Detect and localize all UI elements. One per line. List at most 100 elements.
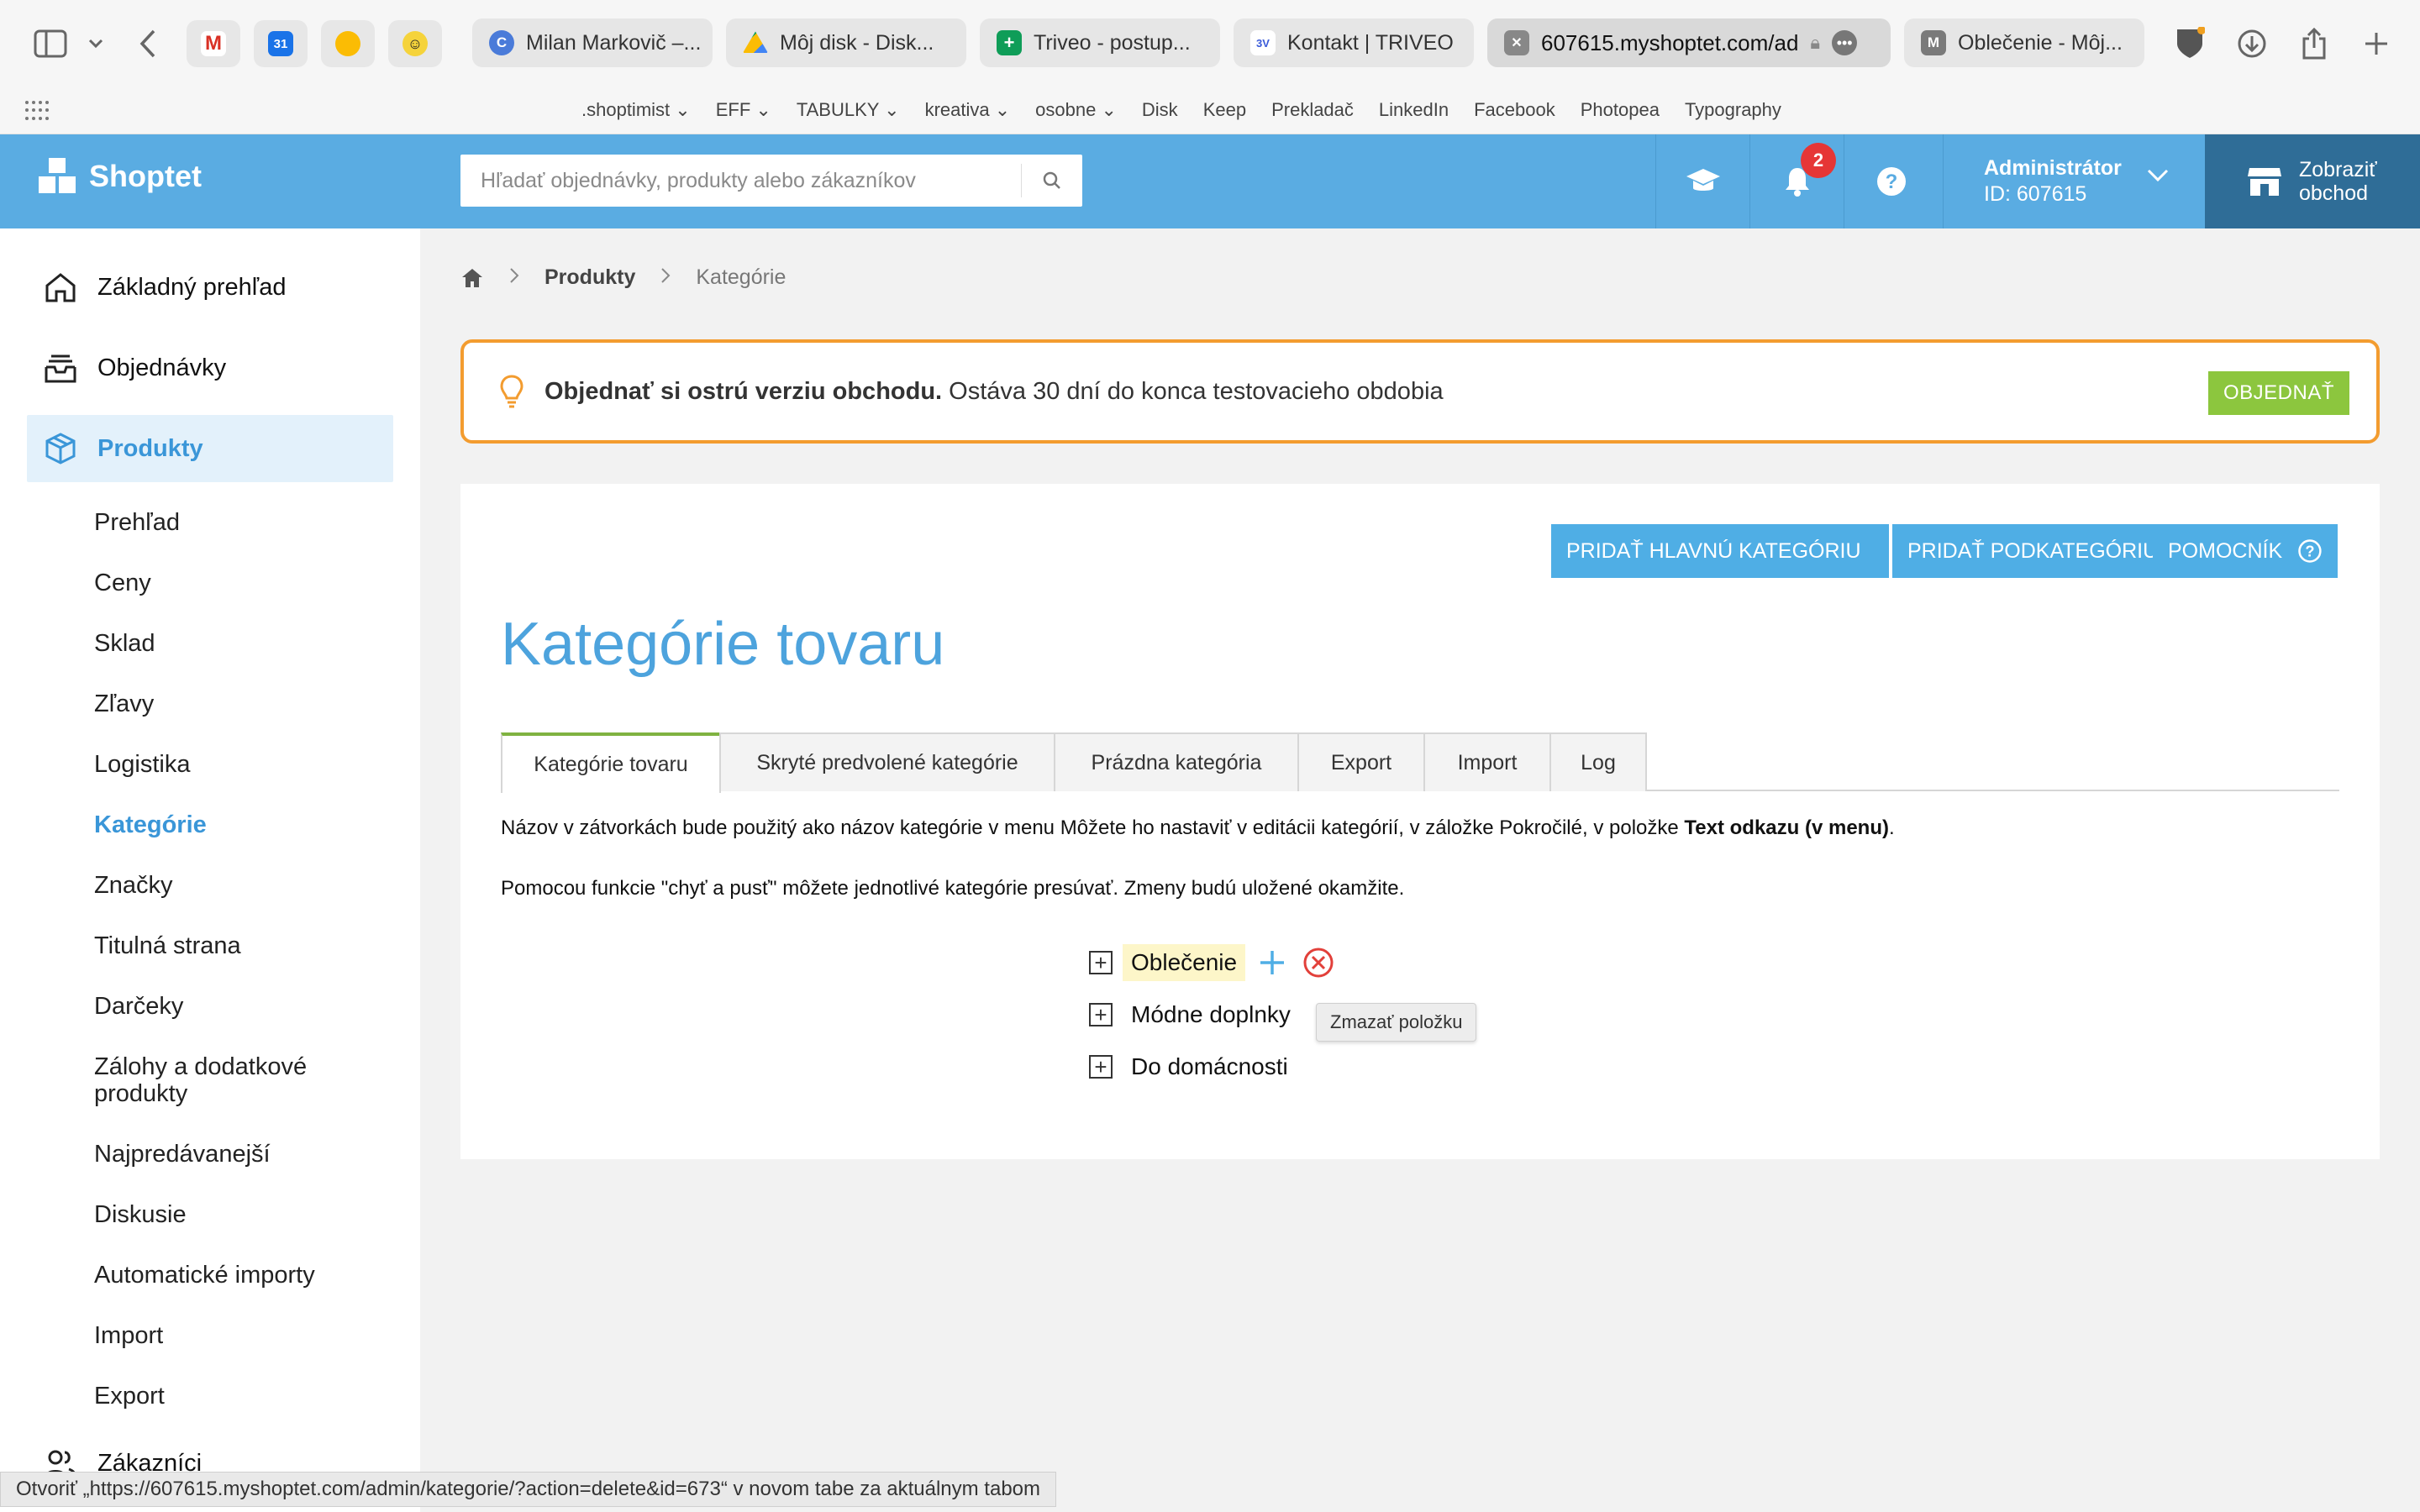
more-options-icon[interactable]: ••• [1832,30,1858,55]
home-icon[interactable] [460,267,484,289]
download-icon[interactable] [2233,25,2270,62]
sidebar-subitem-stock[interactable]: Sklad [94,630,155,657]
bookmark-item[interactable]: Facebook [1474,99,1555,121]
tab-import[interactable]: Import [1423,732,1551,791]
info-text-drag-drop: Pomocou funkcie "chyť a pusť" môžete jed… [501,877,1405,900]
bookmark-item[interactable]: Prekladač [1271,99,1354,121]
bookmark-item[interactable]: Photopea [1581,99,1660,121]
sidebar-subitem-discussions[interactable]: Diskusie [94,1201,187,1228]
expand-plus-icon[interactable]: + [1089,1003,1113,1026]
home-icon [45,273,76,302]
sidebar-item-orders[interactable]: Objednávky [27,334,393,402]
sidebar-subitem-logistics[interactable]: Logistika [94,751,190,778]
category-name[interactable]: Oblečenie [1123,944,1246,981]
bookmark-item[interactable]: Disk [1142,99,1178,121]
browser-tab[interactable]: C Milan Markovič –... [472,18,713,67]
expand-plus-icon[interactable]: + [1089,1055,1113,1079]
category-name[interactable]: Do domácnosti [1123,1048,1297,1085]
back-arrow-icon[interactable] [129,25,166,62]
apps-grid-icon[interactable] [25,101,49,121]
trial-notice-text: Objednať si ostrú verziu obchodu. Ostáva… [544,378,1444,406]
breadcrumb-separator-icon [660,265,671,290]
trial-notice-banner: Objednať si ostrú verziu obchodu. Ostáva… [460,339,2380,444]
share-icon[interactable] [2296,25,2333,62]
category-tree-item[interactable]: + Módne doplnky [1089,996,1299,1033]
browser-tab-label: 607615.myshoptet.com/ad [1541,29,1799,55]
browser-tab[interactable]: + Triveo - postup... [980,18,1220,67]
sidebar-toggle-icon[interactable] [32,25,69,62]
shoptet-logo[interactable]: Shoptet [39,158,202,195]
breadcrumb-separator-icon [509,265,519,290]
sidebar-subitem-gifts[interactable]: Darčeky [94,993,183,1020]
browser-tab[interactable]: 3V Kontakt | TRIVEO [1234,18,1474,67]
chevron-down-icon [2147,169,2169,182]
sidebar-subitem-brands[interactable]: Značky [94,872,172,899]
browser-tab-active[interactable]: ✕ 607615.myshoptet.com/ad 🔒︎ ••• [1487,18,1891,67]
bookmark-item[interactable]: TABULKY ⌄ [797,99,900,121]
tab-empty-category[interactable]: Prázdna kategória [1054,732,1299,791]
close-icon[interactable]: ✕ [1504,30,1529,55]
delete-item-tooltip: Zmazať položku [1316,1003,1477,1042]
academy-button[interactable] [1655,134,1749,228]
m-icon: M [1921,30,1946,55]
help-button[interactable]: ? [1844,134,1938,228]
category-tree-item[interactable]: + Do domácnosti [1089,1048,1297,1085]
new-tab-plus-icon[interactable] [2358,25,2395,62]
link-status-bar: Otvoriť „https://607615.myshoptet.com/ad… [0,1472,1057,1507]
svg-text:?: ? [1885,171,1897,193]
search-icon[interactable] [1022,155,1082,207]
browser-tab[interactable]: Môj disk - Disk... [726,18,966,67]
bitwarden-icon[interactable] [2171,25,2208,62]
bookmarks-bar: .shoptimist ⌄ EFF ⌄ TABULKY ⌄ kreativa ⌄… [0,87,2420,134]
svg-text:?: ? [2305,543,2314,560]
helper-button[interactable]: POMOCNÍK ? [2153,524,2338,578]
bookmark-item[interactable]: EFF ⌄ [716,99,771,121]
pinned-tab-gmail[interactable]: M [187,20,240,67]
sidebar-subitem-prices[interactable]: Ceny [94,570,151,596]
breadcrumb-current: Kategórie [696,265,786,289]
pinned-tab-basecamp[interactable]: ☺ [388,20,442,67]
sidebar-subitem-homepage[interactable]: Titulná strana [94,932,241,959]
delete-x-circle-icon[interactable] [1302,947,1334,979]
bookmarks-list: .shoptimist ⌄ EFF ⌄ TABULKY ⌄ kreativa ⌄… [581,99,1781,121]
chevron-down-icon[interactable] [77,25,114,62]
sidebar-item-label: Produkty [97,434,203,462]
bookmark-item[interactable]: .shoptimist ⌄ [581,99,691,121]
sidebar-subitem-auto-imports[interactable]: Automatické importy [94,1262,315,1289]
bookmark-item[interactable]: Typography [1685,99,1781,121]
tab-export[interactable]: Export [1297,732,1425,791]
tab-hidden-default-categories[interactable]: Skryté predvolené kategórie [719,732,1055,791]
expand-plus-icon[interactable]: + [1089,951,1113,974]
add-main-category-button[interactable]: PRIDAŤ HLAVNÚ KATEGÓRIU [1551,524,1889,578]
add-subcategory-button[interactable]: PRIDAŤ PODKATEGÓRIU [1892,524,2158,578]
bookmark-item[interactable]: kreativa ⌄ [925,99,1011,121]
sidebar-subitem-deposits[interactable]: Zálohy a dodatkové produkty [94,1053,346,1108]
sidebar-subitem-overview[interactable]: Prehľad [94,509,180,536]
bookmark-item[interactable]: Keep [1203,99,1246,121]
info-text-bold: Text odkazu (v menu) [1684,816,1889,839]
view-store-button[interactable]: Zobraziť obchod [2205,134,2420,228]
admin-account-menu[interactable]: Administrátor ID: 607615 [1943,134,2205,228]
sidebar-subitem-categories[interactable]: Kategórie [94,811,207,838]
bookmark-item[interactable]: osobne ⌄ [1035,99,1117,121]
sidebar-item-products[interactable]: Produkty [27,415,393,482]
breadcrumb-products[interactable]: Produkty [544,265,635,290]
pinned-tab-calendar[interactable]: 31 [254,20,308,67]
bookmark-item[interactable]: LinkedIn [1379,99,1449,121]
notifications-button[interactable]: 2 [1749,134,1844,228]
category-tree-item[interactable]: + Oblečenie [1089,944,1334,981]
sidebar-subitem-import[interactable]: Import [94,1322,163,1349]
sidebar-item-overview[interactable]: Základný prehľad [27,254,393,321]
sidebar-subitem-bestsellers[interactable]: Najpredávanejší [94,1141,271,1168]
tab-product-categories[interactable]: Kategórie tovaru [501,732,721,793]
order-button[interactable]: OBJEDNAŤ [2207,371,2349,415]
keep-icon [335,31,360,56]
browser-tab[interactable]: M Oblečenie - Môj... [1904,18,2144,67]
tab-log[interactable]: Log [1549,732,1647,791]
category-name[interactable]: Módne doplnky [1123,996,1299,1033]
add-plus-icon[interactable] [1257,948,1287,978]
pinned-tab-keep[interactable] [321,20,375,67]
sidebar-subitem-discounts[interactable]: Zľavy [94,690,154,717]
search-input[interactable] [460,155,1021,207]
sidebar-subitem-export[interactable]: Export [94,1383,165,1410]
